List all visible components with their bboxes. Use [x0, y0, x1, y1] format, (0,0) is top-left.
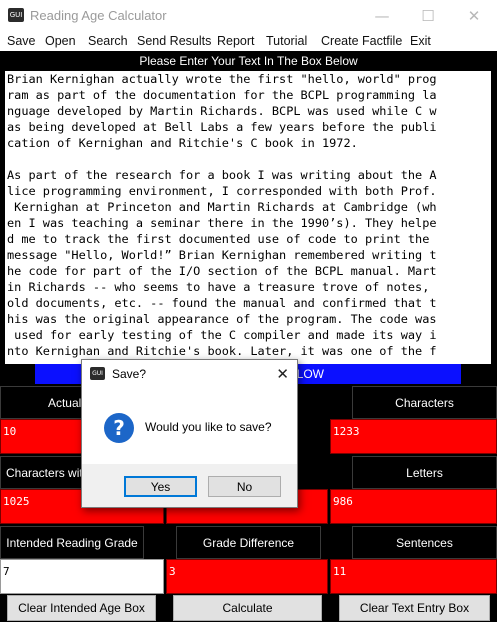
text-line: ram as part of the documentation for the… — [7, 88, 437, 102]
label-sentences: Sentences — [352, 526, 497, 559]
text-line: he code for part of the I/O section of t… — [7, 264, 437, 278]
text-line: d me to track the first documented use o… — [7, 232, 437, 246]
text-line: old documents, etc. -- found the manual … — [7, 296, 437, 310]
dialog-message: Would you like to save? — [145, 420, 272, 434]
title-bar: GUI Reading Age Calculator — ☐ ✕ — [0, 0, 497, 31]
text-line: cation of Kernighan and Ritchie's C book… — [7, 136, 358, 150]
text-line: in Richards -- who seems to have a treas… — [7, 280, 437, 294]
text-line: As part of the research for a book I was… — [7, 168, 437, 182]
text-line: lice programming environment, I correspo… — [7, 184, 437, 198]
menu-create-factfile[interactable]: Create Factfile — [321, 34, 402, 48]
dialog-app-icon: GUI — [90, 367, 105, 380]
text-line: en I was teaching a seminar there in the… — [7, 216, 437, 230]
value-characters: 1233 — [330, 419, 497, 454]
text-entry-prompt: Please Enter Your Text In The Box Below — [0, 51, 497, 71]
maximize-button[interactable]: ☐ — [405, 0, 451, 31]
text-line: used for early testing of the C compiler… — [7, 328, 437, 342]
text-line: nto Kernighan and Ritchie's book. Later,… — [7, 344, 437, 358]
app-icon: GUI — [8, 8, 24, 22]
menu-report[interactable]: Report — [217, 34, 255, 48]
close-button[interactable]: ✕ — [451, 0, 497, 31]
dialog-body: ? Would you like to save? — [82, 389, 297, 464]
menu-save[interactable]: Save — [7, 34, 36, 48]
yes-button[interactable]: Yes — [124, 476, 197, 497]
label-characters: Characters — [352, 386, 497, 419]
dialog-title: Save? — [112, 367, 147, 381]
dialog-title-bar: GUI Save? ✕ — [82, 360, 297, 389]
dialog-close-icon[interactable]: ✕ — [276, 365, 289, 383]
question-icon: ? — [104, 413, 134, 443]
text-entry-box[interactable]: Brian Kernighan actually wrote the first… — [5, 71, 491, 364]
intended-grade-input[interactable]: 7 — [0, 559, 164, 594]
value-letters: 986 — [330, 489, 497, 524]
value-sentences: 11 — [330, 559, 497, 594]
menu-send-results[interactable]: Send Results — [137, 34, 211, 48]
minimize-button[interactable]: — — [359, 0, 405, 31]
menu-search[interactable]: Search — [88, 34, 128, 48]
menu-bar: Save Open Search Send Results Report Tut… — [0, 31, 497, 51]
text-line: Kernighan at Princeton and Martin Richar… — [7, 200, 437, 214]
calculate-button[interactable]: Calculate — [173, 595, 322, 621]
clear-text-entry-button[interactable]: Clear Text Entry Box — [339, 595, 490, 621]
save-dialog: GUI Save? ✕ ? Would you like to save? Ye… — [81, 359, 298, 508]
menu-open[interactable]: Open — [45, 34, 76, 48]
text-line: nguage developed by Martin Richards. BCP… — [7, 104, 437, 118]
text-line: as being developed at Bell Labs a few ye… — [7, 120, 437, 134]
menu-tutorial[interactable]: Tutorial — [266, 34, 307, 48]
label-intended-reading-grade: Intended Reading Grade — [0, 526, 144, 559]
reading-level-text: LOW — [296, 367, 324, 381]
no-button[interactable]: No — [208, 476, 281, 497]
label-grade-difference: Grade Difference — [176, 526, 321, 559]
value-grade-difference: 3 — [166, 559, 328, 594]
window-title: Reading Age Calculator — [30, 8, 167, 23]
text-line: his was the original appearance of the p… — [7, 312, 437, 326]
text-line: Brian Kernighan actually wrote the first… — [7, 72, 437, 86]
clear-intended-age-button[interactable]: Clear Intended Age Box — [7, 595, 156, 621]
text-line: message "Hello, World!” Brian Kernighan … — [7, 248, 437, 262]
menu-exit[interactable]: Exit — [410, 34, 431, 48]
label-letters: Letters — [352, 456, 497, 489]
